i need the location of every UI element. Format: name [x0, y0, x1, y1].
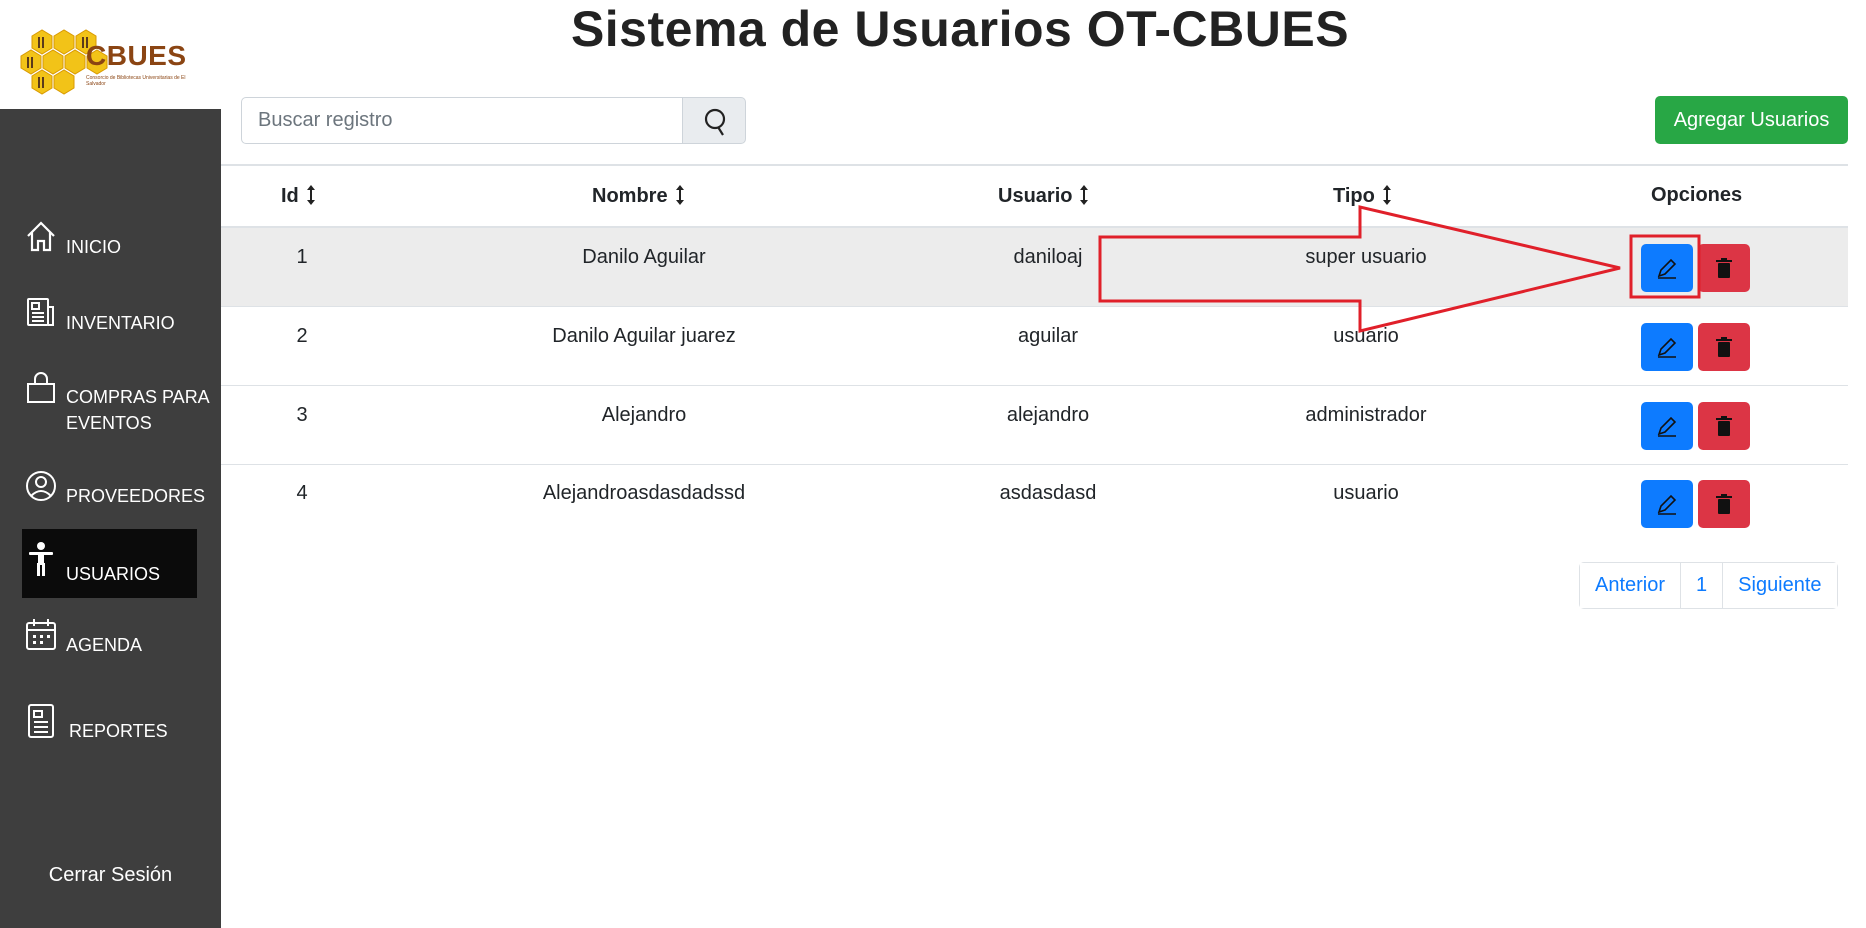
trash-icon	[1716, 337, 1732, 357]
table-row: 4 Alejandroasdasdadssd asdasdasd usuario	[221, 465, 1848, 544]
add-user-button[interactable]: Agregar Usuarios	[1655, 96, 1848, 144]
column-header-label: Tipo	[1333, 185, 1375, 207]
cell-tipo: usuario	[1333, 482, 1399, 504]
sidebar-item-label: REPORTES	[69, 721, 168, 741]
column-header-usuario[interactable]: Usuario	[998, 184, 1090, 208]
column-header-label: Nombre	[592, 185, 668, 207]
sidebar-item-label: USUARIOS	[66, 564, 161, 584]
sidebar-item-usuarios[interactable]: USUARIOS	[22, 529, 197, 598]
pagination-next[interactable]: Siguiente	[1723, 563, 1837, 608]
cell-nombre: Danilo Aguilar	[582, 246, 706, 268]
pencil-icon	[1657, 258, 1677, 279]
column-header-label: Opciones	[1651, 184, 1743, 206]
shopping-bag-icon	[27, 372, 55, 403]
pagination: Anterior 1 Siguiente	[1579, 562, 1838, 609]
cell-id: 4	[296, 482, 308, 504]
cell-tipo: administrador	[1305, 404, 1427, 426]
sidebar-item-agenda[interactable]: AGENDA	[22, 617, 197, 667]
sort-icon	[306, 185, 315, 205]
table-row: 1 Danilo Aguilar daniloaj super usuario	[221, 228, 1848, 307]
cell-nombre: Alejandro	[601, 404, 687, 426]
pagination-page-1[interactable]: 1	[1681, 563, 1724, 608]
sidebar-item-label: PROVEEDORES	[66, 486, 206, 506]
trash-icon	[1716, 258, 1732, 278]
sidebar-item-reportes[interactable]: REPORTES	[22, 703, 197, 753]
search-box	[241, 97, 683, 144]
sidebar-item-inventario[interactable]: INVENTARIO	[22, 295, 197, 345]
sidebar-item-label: INVENTARIO	[66, 313, 175, 333]
search-icon	[704, 108, 726, 136]
sidebar-item-label: COMPRAS PARA EVENTOS	[66, 387, 209, 433]
trash-icon	[1716, 416, 1732, 436]
column-header-tipo[interactable]: Tipo	[1333, 184, 1393, 208]
edit-button[interactable]	[1641, 323, 1693, 371]
cell-id: 1	[296, 246, 308, 268]
cell-tipo: usuario	[1333, 325, 1399, 347]
home-icon	[27, 221, 55, 252]
sidebar-item-inicio[interactable]: INICIO	[22, 219, 197, 269]
sidebar-item-label: AGENDA	[66, 635, 143, 655]
search-input[interactable]	[242, 98, 682, 143]
column-header-label: Id	[281, 185, 299, 207]
sidebar-item-compras[interactable]: COMPRAS PARA EVENTOS	[22, 370, 209, 440]
cell-usuario: alejandro	[1006, 404, 1090, 426]
column-header-opciones: Opciones	[1651, 184, 1742, 207]
pencil-icon	[1657, 416, 1677, 437]
pagination-prev[interactable]: Anterior	[1580, 563, 1682, 608]
column-header-id[interactable]: Id	[281, 184, 317, 208]
logo-subtitle: Consorcio de Bibliotecas Universitarias …	[86, 75, 186, 87]
search-button[interactable]	[682, 97, 746, 144]
column-header-label: Usuario	[998, 185, 1073, 207]
logo-area: CBUES Consorcio de Bibliotecas Universit…	[0, 0, 221, 109]
cell-usuario: aguilar	[1017, 325, 1079, 347]
cell-nombre: Danilo Aguilar juarez	[552, 325, 736, 347]
trash-icon	[1716, 494, 1732, 514]
table-row: 2 Danilo Aguilar juarez aguilar usuario	[221, 307, 1848, 386]
sort-icon	[1382, 185, 1391, 205]
edit-button[interactable]	[1641, 244, 1693, 292]
calendar-icon	[26, 619, 56, 650]
sidebar-item-proveedores[interactable]: PROVEEDORES	[22, 468, 205, 518]
user-circle-icon	[26, 471, 56, 501]
logo-text: CBUES	[86, 40, 187, 71]
delete-button[interactable]	[1698, 244, 1750, 292]
table-row: 3 Alejandro alejandro administrador	[221, 386, 1848, 465]
cell-id: 2	[296, 325, 308, 347]
cell-usuario: asdasdasd	[999, 482, 1097, 504]
pencil-icon	[1657, 337, 1677, 358]
logout-button[interactable]: Cerrar Sesión	[0, 864, 221, 887]
edit-button[interactable]	[1641, 480, 1693, 528]
cell-id: 3	[296, 404, 308, 426]
cell-usuario: daniloaj	[1013, 246, 1083, 268]
person-icon	[29, 542, 53, 576]
newspaper-icon	[27, 298, 54, 326]
sort-icon	[1080, 185, 1089, 205]
cell-nombre: Alejandroasdasdadssd	[542, 482, 746, 504]
table-top-border	[221, 164, 1848, 166]
page-title: Sistema de Usuarios OT-CBUES	[570, 1, 1350, 57]
column-header-nombre[interactable]: Nombre	[592, 184, 686, 208]
report-icon	[28, 704, 54, 738]
delete-button[interactable]	[1698, 323, 1750, 371]
delete-button[interactable]	[1698, 480, 1750, 528]
delete-button[interactable]	[1698, 402, 1750, 450]
edit-button[interactable]	[1641, 402, 1693, 450]
cell-tipo: super usuario	[1305, 246, 1427, 268]
sort-icon	[675, 185, 684, 205]
pencil-icon	[1657, 494, 1677, 515]
sidebar-item-label: INICIO	[66, 237, 122, 257]
